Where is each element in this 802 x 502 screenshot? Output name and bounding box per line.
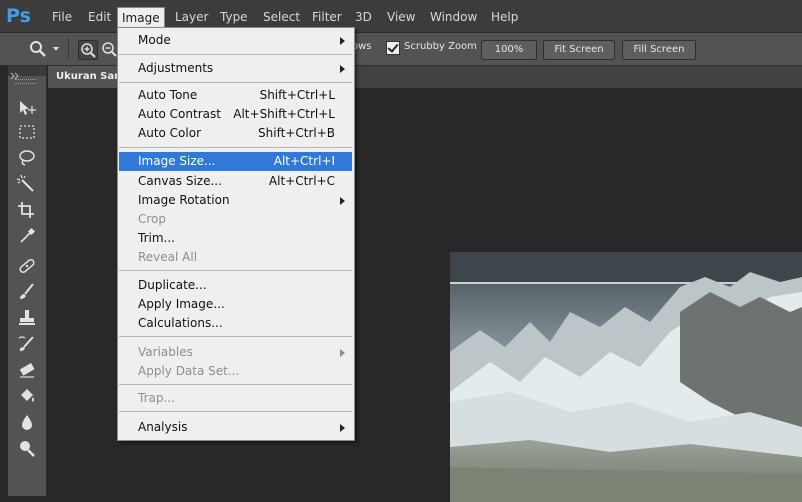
menu-item-image-rotation[interactable]: Image Rotation <box>119 191 352 210</box>
zoom-in-icon[interactable] <box>78 40 98 60</box>
eyedropper-tool-icon[interactable] <box>16 226 38 246</box>
menu-item-auto-tone[interactable]: Auto Tone Shift+Ctrl+L <box>119 86 352 105</box>
menu-separator <box>119 54 352 55</box>
menu-layer[interactable]: Layer <box>171 7 212 27</box>
menu-separator <box>119 270 352 271</box>
menu-item-auto-contrast[interactable]: Auto Contrast Alt+Shift+Ctrl+L <box>119 105 352 124</box>
paint-bucket-tool-icon[interactable] <box>16 386 38 406</box>
scrubby-zoom-checkbox[interactable] <box>386 41 400 55</box>
tools-panel-grip[interactable] <box>15 79 37 84</box>
menu-item-duplicate[interactable]: Duplicate... <box>119 276 352 295</box>
menu-separator <box>119 147 352 148</box>
menu-item-canvas-size[interactable]: Canvas Size... Alt+Ctrl+C <box>119 172 352 191</box>
fill-screen-button[interactable]: Fill Screen <box>622 40 696 60</box>
submenu-arrow-icon <box>340 349 345 357</box>
menu-window[interactable]: Window <box>426 7 481 27</box>
photoshop-logo: Ps <box>6 5 31 27</box>
submenu-arrow-icon <box>340 65 345 73</box>
menu-item-variables: Variables <box>119 343 352 362</box>
dodge-tool-icon[interactable] <box>16 438 38 458</box>
menu-item-calculations[interactable]: Calculations... <box>119 314 352 333</box>
crop-tool-icon[interactable] <box>16 200 38 220</box>
menu-separator <box>119 411 352 412</box>
marquee-tool-icon[interactable] <box>16 122 38 142</box>
tools-panel-header[interactable] <box>8 66 46 80</box>
menu-select[interactable]: Select <box>259 7 304 27</box>
menu-filter[interactable]: Filter <box>308 7 346 27</box>
menu-item-mode[interactable]: Mode <box>119 31 352 50</box>
history-brush-tool-icon[interactable] <box>16 334 38 354</box>
fit-screen-button[interactable]: Fit Screen <box>543 40 615 60</box>
submenu-arrow-icon <box>340 37 345 45</box>
eraser-tool-icon[interactable] <box>16 360 38 380</box>
divider <box>68 38 69 60</box>
menu-item-reveal-all: Reveal All <box>138 250 198 264</box>
menu-item-image-size[interactable]: Image Size... Alt+Ctrl+I <box>119 152 352 171</box>
menu-item-apply-data-set: Apply Data Set... <box>138 364 240 378</box>
lasso-tool-icon[interactable] <box>16 148 38 168</box>
menu-3d[interactable]: 3D <box>351 7 376 27</box>
zoom-tool-preset-icon[interactable] <box>28 40 48 58</box>
brush-tool-icon[interactable] <box>16 282 38 302</box>
menu-separator <box>119 336 352 337</box>
menu-type[interactable]: Type <box>216 7 252 27</box>
scrubby-zoom-label: Scrubby Zoom <box>404 41 477 52</box>
move-tool-icon[interactable] <box>16 98 38 118</box>
blur-tool-icon[interactable] <box>16 412 38 432</box>
menu-edit[interactable]: Edit <box>84 7 115 27</box>
menu-item-analysis[interactable]: Analysis <box>119 418 352 437</box>
menu-image[interactable]: Image <box>117 7 165 29</box>
menu-separator <box>119 82 352 83</box>
menu-view[interactable]: View <box>383 7 419 27</box>
chevron-down-icon[interactable] <box>53 47 59 51</box>
healing-brush-tool-icon[interactable] <box>16 256 38 276</box>
menu-file[interactable]: File <box>48 7 76 27</box>
zoom-100-button[interactable]: 100% <box>481 40 537 60</box>
menu-item-trap: Trap... <box>138 391 175 405</box>
menu-item-crop: Crop <box>138 212 167 226</box>
menu-item-adjustments[interactable]: Adjustments <box>119 59 352 78</box>
menu-item-trim[interactable]: Trim... <box>119 229 352 248</box>
magic-wand-tool-icon[interactable] <box>16 174 38 194</box>
document-image[interactable] <box>450 252 802 502</box>
tools-panel <box>8 66 47 496</box>
clone-stamp-tool-icon[interactable] <box>16 308 38 328</box>
submenu-arrow-icon <box>340 197 345 205</box>
menu-item-apply-image[interactable]: Apply Image... <box>119 295 352 314</box>
menu-item-auto-color[interactable]: Auto Color Shift+Ctrl+B <box>119 124 352 143</box>
zoom-out-icon[interactable] <box>100 40 118 58</box>
submenu-arrow-icon <box>340 424 345 432</box>
menu-separator <box>119 384 352 385</box>
image-menu-dropdown: Mode Adjustments Auto Tone Shift+Ctrl+L … <box>117 27 355 441</box>
menu-help[interactable]: Help <box>487 7 522 27</box>
